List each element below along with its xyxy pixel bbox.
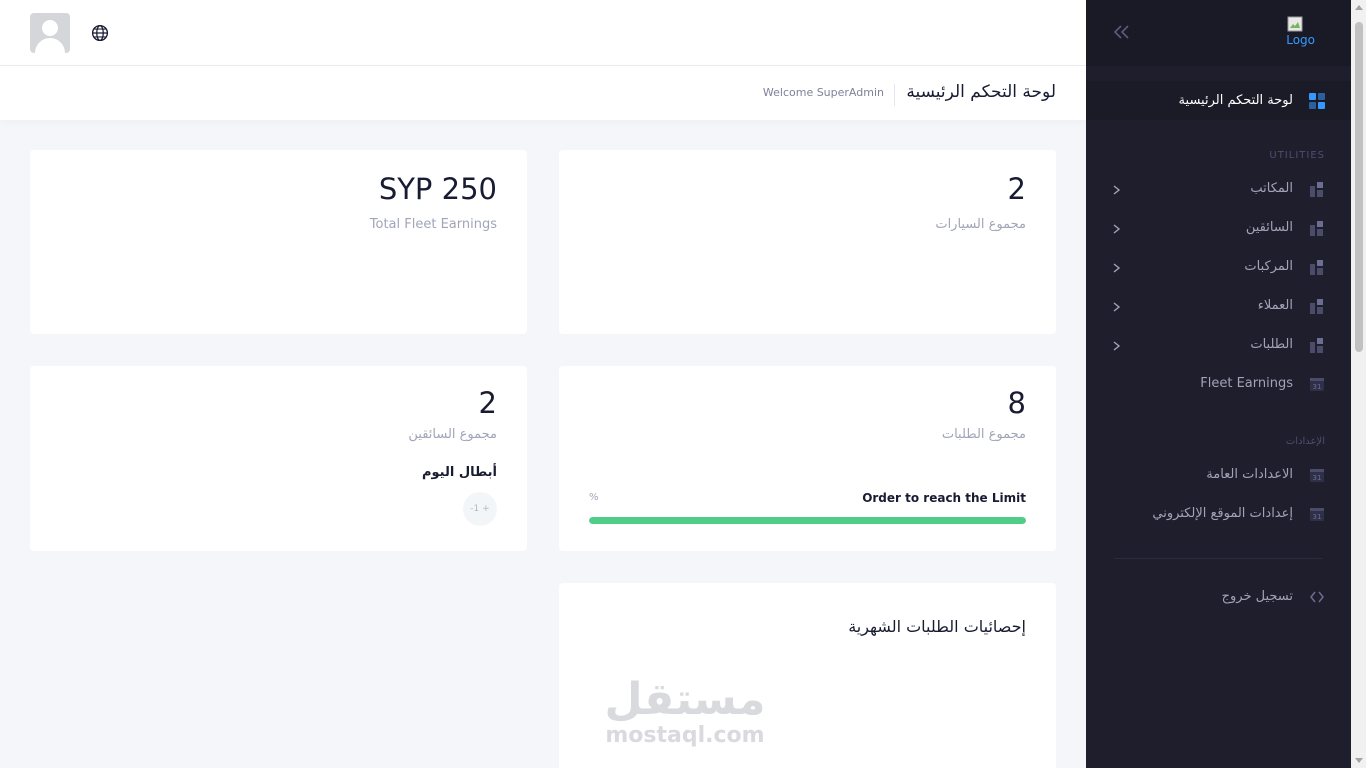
chevron-right-icon xyxy=(1113,341,1121,351)
cars-total-card: 2 مجموع السيارات xyxy=(559,150,1056,334)
orders-total-label: مجموع الطلبات xyxy=(941,427,1026,442)
layers-icon xyxy=(1310,182,1323,197)
fleet-earnings-label: Total Fleet Earnings xyxy=(369,217,497,232)
avatar-head xyxy=(42,20,58,36)
layers-icon xyxy=(1310,299,1323,314)
sidebar-item-label: السائقين xyxy=(1245,220,1293,235)
chevron-right-icon xyxy=(1113,224,1121,234)
calendar-day-text: 31 xyxy=(1313,474,1322,482)
page-title: لوحة التحكم الرئيسية xyxy=(906,82,1056,102)
champion-badge[interactable]: -1 + xyxy=(463,492,497,526)
chevron-right-icon xyxy=(1113,302,1121,312)
scroll-up-arrow-icon[interactable] xyxy=(1355,5,1363,10)
dashboard-icon xyxy=(1309,93,1325,109)
chevron-right-icon xyxy=(1113,263,1121,273)
sidebar-section-utilities: UTILITIES xyxy=(1269,150,1325,161)
sidebar-item-fleet-earnings[interactable]: Fleet Earnings 31 xyxy=(1086,366,1351,405)
drivers-total-value: 2 xyxy=(478,386,497,420)
calendar-day-text: 31 xyxy=(1313,383,1322,391)
sidebar-item-vehicles[interactable]: المركبات xyxy=(1086,249,1351,288)
sidebar-item-general-settings[interactable]: الاعدادات العامة 31 xyxy=(1086,457,1351,496)
double-chevron-left-icon[interactable] xyxy=(1112,22,1132,42)
sidebar-item-dashboard-label: لوحة التحكم الرئيسية xyxy=(1178,93,1293,108)
watermark: مستقل mostaql.com xyxy=(600,675,770,747)
sidebar-item-label: العملاء xyxy=(1257,298,1293,313)
scroll-down-arrow-icon[interactable] xyxy=(1355,758,1363,763)
watermark-arabic: مستقل xyxy=(604,674,766,725)
sidebar-item-customers[interactable]: العملاء xyxy=(1086,288,1351,327)
sidebar-divider xyxy=(1114,558,1323,559)
chevron-right-icon xyxy=(1113,185,1121,195)
subheader-divider xyxy=(894,84,895,106)
user-avatar[interactable] xyxy=(30,13,70,53)
sidebar-item-label: إعدادات الموقع الإلكتروني xyxy=(1152,506,1293,521)
calendar-icon: 31 xyxy=(1310,508,1324,521)
sidebar-section-settings: الإعدادات xyxy=(1285,436,1325,447)
monthly-stats-title: إحصائيات الطلبات الشهرية xyxy=(848,617,1026,636)
top-bar xyxy=(0,0,1086,66)
sidebar-item-label: الاعدادات العامة xyxy=(1206,467,1293,482)
sidebar-item-dashboard[interactable]: لوحة التحكم الرئيسية xyxy=(1086,81,1351,120)
layers-icon xyxy=(1310,221,1323,236)
sidebar-item-offices[interactable]: المكاتب xyxy=(1086,171,1351,210)
watermark-english: mostaql.com xyxy=(605,723,765,748)
drivers-total-label: مجموع السائقين xyxy=(408,427,497,442)
fleet-earnings-card: SYP 250 Total Fleet Earnings xyxy=(30,150,527,334)
sidebar: Logo لوحة التحكم الرئيسية UTILITIES المك… xyxy=(1086,0,1351,768)
calendar-icon: 31 xyxy=(1310,378,1324,391)
logo-alt-text: Logo xyxy=(1286,33,1315,47)
logo[interactable]: Logo xyxy=(1277,16,1317,50)
globe-icon[interactable] xyxy=(91,24,109,42)
progress-unit: % xyxy=(589,492,599,503)
subheader: لوحة التحكم الرئيسية Welcome SuperAdmin xyxy=(0,66,1086,120)
sidebar-item-label: المركبات xyxy=(1244,259,1293,274)
sidebar-item-drivers[interactable]: السائقين xyxy=(1086,210,1351,249)
fleet-earnings-value: SYP 250 xyxy=(378,172,497,206)
page-scrollbar[interactable] xyxy=(1351,0,1366,768)
logout-label: تسجيل خروج xyxy=(1221,589,1293,604)
sidebar-item-orders[interactable]: الطلبات xyxy=(1086,327,1351,366)
sidebar-item-website-settings[interactable]: إعدادات الموقع الإلكتروني 31 xyxy=(1086,496,1351,535)
code-brackets-icon xyxy=(1310,591,1324,603)
calendar-day-text: 31 xyxy=(1313,513,1322,521)
champions-label: أبطال اليوم xyxy=(421,465,497,480)
cars-total-label: مجموع السيارات xyxy=(935,217,1026,232)
orders-total-card: 8 مجموع الطلبات Order to reach the Limit… xyxy=(559,366,1056,551)
layers-icon xyxy=(1310,338,1323,353)
orders-progress-fill xyxy=(589,517,1026,524)
avatar-body xyxy=(35,38,65,53)
progress-title: Order to reach the Limit xyxy=(862,491,1026,505)
scrollbar-thumb[interactable] xyxy=(1355,22,1363,352)
orders-total-value: 8 xyxy=(1007,386,1026,420)
layers-icon xyxy=(1310,260,1323,275)
cars-total-value: 2 xyxy=(1007,172,1026,206)
sidebar-item-label: المكاتب xyxy=(1250,181,1293,196)
broken-image-icon xyxy=(1287,16,1303,32)
calendar-icon: 31 xyxy=(1310,469,1324,482)
sidebar-item-label: الطلبات xyxy=(1250,337,1293,352)
sidebar-brand: Logo xyxy=(1086,0,1351,66)
orders-progress-bar xyxy=(589,517,1026,524)
drivers-total-card: 2 مجموع السائقين أبطال اليوم -1 + xyxy=(30,366,527,551)
welcome-text: Welcome SuperAdmin xyxy=(762,86,884,99)
sidebar-item-logout[interactable]: تسجيل خروج xyxy=(1086,579,1351,618)
sidebar-item-label: Fleet Earnings xyxy=(1200,376,1293,391)
